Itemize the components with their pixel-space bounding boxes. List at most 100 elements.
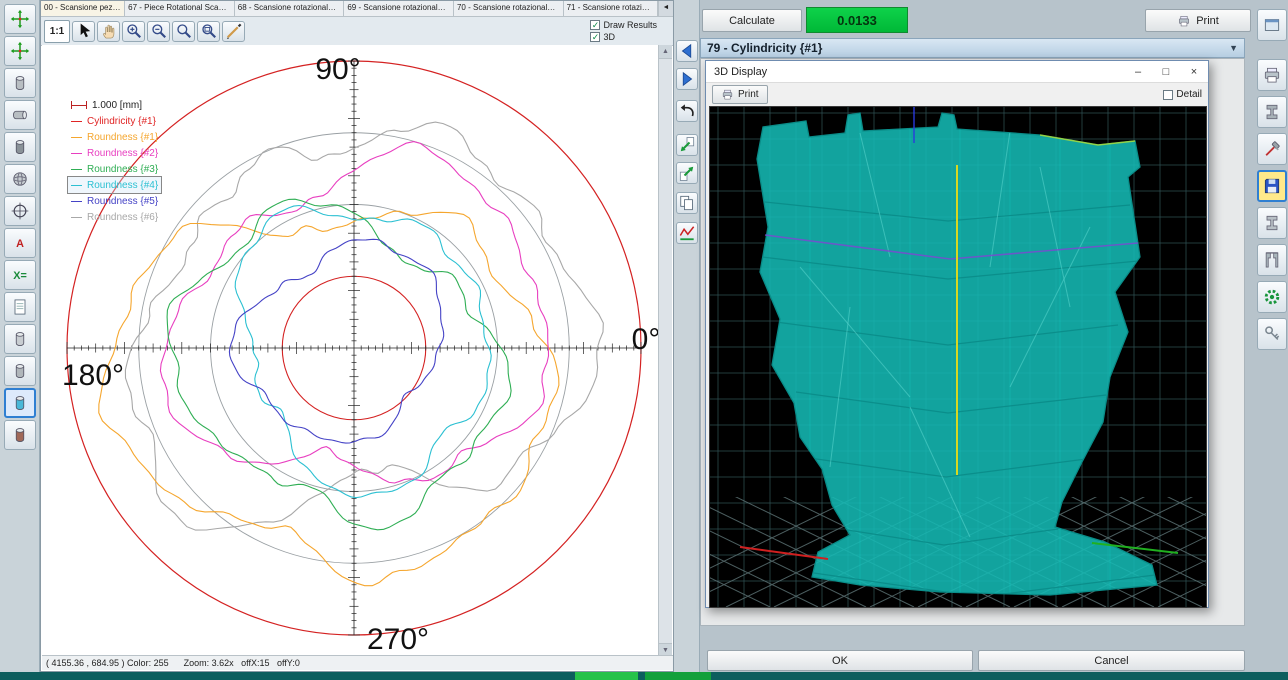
plot-options: ✓Draw Results✓3D <box>590 19 657 43</box>
measure-pencil-tool[interactable] <box>222 21 245 42</box>
copy-button[interactable] <box>676 192 698 214</box>
legend-item-1[interactable]: Roundness {#1} <box>68 129 161 145</box>
legend-item-2[interactable]: Roundness {#2} <box>68 145 161 161</box>
legend-swatch <box>71 217 82 218</box>
print-report-icon[interactable] <box>1257 59 1287 91</box>
plot-scrollbar[interactable]: ▲ ▼ <box>658 45 672 657</box>
legend-item-0[interactable]: Cylindricity {#1} <box>68 113 161 129</box>
ok-button[interactable]: OK <box>707 650 973 671</box>
cylinder-horizontal-icon[interactable] <box>4 100 36 130</box>
results-chart-button[interactable] <box>676 222 698 244</box>
calculate-button[interactable]: Calculate <box>702 9 802 32</box>
zoom-window-tool[interactable] <box>197 21 220 42</box>
maximize-button[interactable]: □ <box>1152 62 1180 82</box>
label-a-icon[interactable]: A <box>4 228 36 258</box>
tab-scan-4[interactable]: 70 - Scansione rotazionale {#4} <box>454 1 564 16</box>
datum-axis-icon-2[interactable] <box>4 36 36 66</box>
dialog-title: 3D Display <box>714 66 767 78</box>
cylinder-red-icon[interactable] <box>4 420 36 450</box>
checkbox-draw-results[interactable]: ✓Draw Results <box>590 19 657 31</box>
cylinder-light-icon[interactable] <box>4 324 36 354</box>
print-button-label: Print <box>1196 15 1219 27</box>
zoom-out-tool[interactable] <box>147 21 170 42</box>
scroll-up-icon[interactable]: ▲ <box>659 45 672 59</box>
legend-swatch <box>71 201 82 202</box>
feature-toolbar: A X= <box>0 0 40 672</box>
tab-scan-3[interactable]: 69 - Scansione rotazionale {#3} <box>344 1 454 16</box>
zoom-in-tool[interactable] <box>122 21 145 42</box>
legend-item-5[interactable]: Roundness {#5} <box>68 193 161 209</box>
feature-header-dropdown[interactable]: 79 - Cylindricity {#1} ▼ <box>700 38 1245 58</box>
cylinder-medium-icon[interactable] <box>4 356 36 386</box>
zoom-tool[interactable] <box>172 21 195 42</box>
export-results-button[interactable] <box>676 134 698 156</box>
plot-legend: 1.000 [mm]Cylindricity {#1}Roundness {#1… <box>68 97 161 225</box>
machine-toolbar <box>1256 0 1288 672</box>
import-results-button[interactable] <box>676 162 698 184</box>
sphere-feature-icon[interactable] <box>4 164 36 194</box>
legend-item-3[interactable]: Roundness {#3} <box>68 161 161 177</box>
metrology-application-window: A X= 00 - Scansione pezzo 167 - Piece Rot… <box>0 0 1288 680</box>
tab-scan-5[interactable]: 71 - Scansione rotazionale <box>564 1 658 16</box>
taskbar-segment-0[interactable] <box>575 672 638 680</box>
dialog-print-button[interactable]: Print <box>712 85 768 104</box>
status-bar: ( 4155.36 , 684.95 ) Color: 255 Zoom: 3.… <box>42 655 673 670</box>
svg-text:90°: 90° <box>315 53 360 86</box>
navigation-toolbar <box>674 0 700 672</box>
legend-swatch <box>71 185 82 186</box>
clamp-part-icon[interactable] <box>1257 207 1287 239</box>
save-program-icon[interactable] <box>1257 170 1287 202</box>
3d-display-dialog: 3D Display – □ × Print Detail <box>705 60 1209 608</box>
checkbox-box: ✓ <box>590 20 600 30</box>
coordinate-x-icon[interactable]: X= <box>4 260 36 290</box>
cancel-button[interactable]: Cancel <box>978 650 1245 671</box>
polar-plot-area[interactable]: 90°0°180°270° 1.000 [mm]Cylindricity {#1… <box>42 45 660 657</box>
cylinder-feature-icon[interactable] <box>4 68 36 98</box>
target-probe-icon[interactable] <box>4 196 36 226</box>
dialog-title-bar[interactable]: 3D Display – □ × <box>706 61 1208 83</box>
printer-icon <box>1177 14 1191 28</box>
window-layout-icon[interactable] <box>1257 9 1287 41</box>
pointer-tool[interactable] <box>72 21 95 42</box>
legend-swatch <box>71 137 82 138</box>
fixture-clamp-icon[interactable] <box>1257 96 1287 128</box>
plot-toolbar: 1:1 ✓Draw Results✓3D <box>41 17 673 46</box>
detail-checkbox[interactable]: Detail <box>1163 89 1202 100</box>
checkbox-box: ✓ <box>590 32 600 42</box>
chevron-down-icon: ▼ <box>1229 43 1238 53</box>
tools-setup-icon[interactable] <box>1257 133 1287 165</box>
access-keys-icon[interactable] <box>1257 318 1287 350</box>
datum-axis-icon-1[interactable] <box>4 4 36 34</box>
tab-scroll-left-button[interactable]: ◄ <box>658 1 673 16</box>
scan-tab-bar: 00 - Scansione pezzo 167 - Piece Rotatio… <box>41 1 673 17</box>
checkbox-box <box>1163 90 1173 100</box>
cylinder-dark-icon[interactable] <box>4 132 36 162</box>
3d-viewport[interactable] <box>709 106 1207 608</box>
minimize-button[interactable]: – <box>1124 62 1152 82</box>
svg-text:270°: 270° <box>367 623 429 656</box>
cylinder-scan-selected-icon[interactable] <box>4 388 36 418</box>
caliper-measure-icon[interactable] <box>1257 244 1287 276</box>
checkbox-label: 3D <box>603 31 615 43</box>
checkbox-label: Draw Results <box>603 19 657 31</box>
checkbox-3d[interactable]: ✓3D <box>590 31 657 43</box>
zoom-1to1-button[interactable]: 1:1 <box>44 20 70 43</box>
legend-swatch <box>71 153 82 154</box>
legend-item-6[interactable]: Roundness {#6} <box>68 209 161 225</box>
report-document-icon[interactable] <box>4 292 36 322</box>
tab-scan-0[interactable]: 00 - Scansione pezzo 1 <box>41 1 125 16</box>
tab-scan-2[interactable]: 68 - Scansione rotazionale {#2} <box>235 1 345 16</box>
navigate-back-button[interactable] <box>676 40 698 62</box>
legend-item-4[interactable]: Roundness {#4} <box>68 177 161 193</box>
svg-text:180°: 180° <box>62 359 124 392</box>
rotary-table-icon[interactable] <box>1257 281 1287 313</box>
close-button[interactable]: × <box>1180 62 1208 82</box>
tab-scan-1[interactable]: 67 - Piece Rotational Scan {#1} <box>125 1 235 16</box>
pan-hand-tool[interactable] <box>97 21 120 42</box>
os-taskbar[interactable] <box>0 672 1288 680</box>
print-button[interactable]: Print <box>1145 9 1251 32</box>
navigate-forward-button[interactable] <box>676 68 698 90</box>
svg-text:X=: X= <box>13 270 27 282</box>
taskbar-segment-1[interactable] <box>645 672 711 680</box>
undo-button[interactable] <box>676 100 698 122</box>
